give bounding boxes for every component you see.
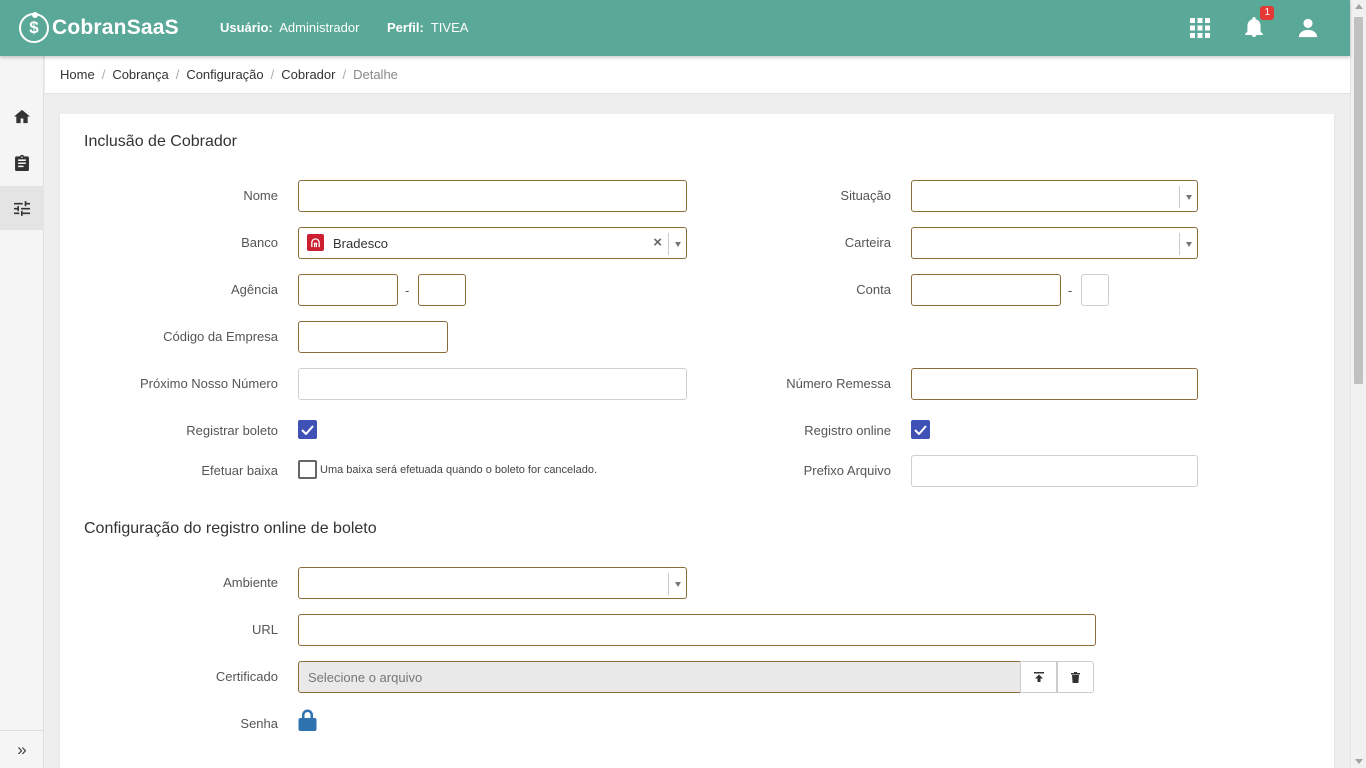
scroll-thumb[interactable] (1354, 17, 1363, 384)
numero-remessa-input[interactable] (911, 368, 1198, 400)
bradesco-logo-icon (307, 234, 324, 251)
form-title: Inclusão de Cobrador (84, 133, 237, 150)
breadcrumb-home[interactable]: Home (60, 67, 95, 82)
breadcrumb: Home / Cobrança / Configuração / Cobrador / … (45, 56, 1350, 94)
conta-label: Conta (856, 282, 891, 297)
sidebar-expand-button[interactable]: » (0, 730, 44, 768)
carteira-label: Carteira (844, 235, 891, 250)
prefixo-arquivo-label: Prefixo Arquivo (803, 463, 891, 478)
agencia-input[interactable] (298, 274, 398, 306)
apps-button[interactable] (1186, 14, 1214, 42)
breadcrumb-cobrador[interactable]: Cobrador (281, 67, 335, 82)
user-value: Administrador (279, 20, 360, 35)
banco-value: Bradesco (333, 236, 388, 251)
user-label: Usuário: (220, 20, 273, 35)
nome-input[interactable] (298, 180, 687, 212)
coin-icon: $ (19, 12, 49, 43)
notifications-button[interactable]: 1 (1240, 6, 1274, 42)
sidebar-item-home[interactable] (0, 94, 44, 138)
situacao-label: Situação (840, 188, 891, 203)
proximo-nosso-numero-input[interactable] (298, 368, 687, 400)
user-menu-button[interactable] (1294, 14, 1322, 42)
prefixo-arquivo-input[interactable] (911, 455, 1198, 487)
numero-remessa-label: Número Remessa (786, 376, 891, 391)
ambiente-select[interactable] (298, 567, 687, 599)
check-icon (301, 424, 314, 435)
certificado-file-input[interactable]: Selecione o arquivo (298, 661, 1021, 693)
grid-icon (1190, 18, 1210, 38)
proximo-nosso-numero-label: Próximo Nosso Número (140, 376, 278, 391)
delete-file-button[interactable] (1057, 661, 1094, 693)
home-icon (14, 109, 30, 123)
banco-select[interactable]: Bradesco × (298, 227, 687, 259)
trash-icon (1071, 671, 1080, 683)
person-icon (1298, 18, 1318, 38)
senha-lock-button[interactable] (298, 709, 317, 731)
notification-badge: 1 (1260, 6, 1274, 20)
page-scrollbar[interactable] (1350, 0, 1366, 768)
url-label: URL (251, 622, 278, 637)
upload-icon (1033, 672, 1044, 682)
situacao-select[interactable] (911, 180, 1198, 212)
profile-label: Perfil: (387, 20, 424, 35)
chevron-down-icon (668, 573, 686, 595)
sidebar-item-configuracao[interactable] (0, 186, 44, 230)
agencia-dash: - (405, 283, 410, 298)
upload-button[interactable] (1020, 661, 1057, 693)
nome-label: Nome (243, 188, 278, 203)
url-input[interactable] (298, 614, 1096, 646)
conta-input[interactable] (911, 274, 1061, 306)
conta-digito-input[interactable] (1081, 274, 1109, 306)
top-header: $ CobranSaaS Usuário: Administrador Perf… (0, 0, 1350, 56)
efetuar-baixa-checkbox[interactable] (298, 460, 317, 479)
clipboard-icon (15, 154, 29, 171)
agencia-label: Agência (231, 282, 278, 297)
profile-value: TIVEA (430, 20, 469, 35)
breadcrumb-configuracao[interactable]: Configuração (186, 67, 263, 82)
brand-name: CobranSaaS (52, 16, 179, 39)
user-info: Usuário: Administrador (220, 20, 359, 35)
codigo-empresa-label: Código da Empresa (163, 329, 278, 344)
check-icon (914, 424, 927, 435)
registro-online-label: Registro online (804, 423, 891, 438)
agencia-digito-input[interactable] (418, 274, 466, 306)
efetuar-baixa-label: Efetuar baixa (201, 463, 278, 478)
banco-label: Banco (241, 235, 278, 250)
lock-icon (298, 709, 317, 731)
certificado-placeholder: Selecione o arquivo (308, 670, 423, 685)
senha-label: Senha (240, 716, 278, 731)
registro-online-checkbox[interactable] (911, 420, 930, 439)
double-chevron-right-icon: » (17, 739, 27, 759)
sliders-icon (14, 200, 30, 216)
efetuar-baixa-note: Uma baixa será efetuada quando o boleto … (320, 464, 598, 476)
codigo-empresa-input[interactable] (298, 321, 448, 353)
scroll-down-icon[interactable] (1355, 759, 1363, 764)
conta-dash: - (1068, 283, 1073, 298)
app-logo[interactable]: $ CobranSaaS (19, 10, 179, 46)
breadcrumb-detalhe: Detalhe (353, 67, 398, 82)
carteira-select[interactable] (911, 227, 1198, 259)
registrar-boleto-label: Registrar boleto (186, 423, 278, 438)
clear-icon[interactable]: × (653, 234, 662, 251)
scroll-up-icon[interactable] (1355, 4, 1363, 9)
registrar-boleto-checkbox[interactable] (298, 420, 317, 439)
certificado-label: Certificado (215, 669, 278, 684)
sidebar: » (0, 56, 44, 768)
sidebar-item-cobranca[interactable] (0, 140, 44, 184)
online-section-title: Configuração do registro online de bolet… (84, 520, 377, 537)
chevron-down-icon (1179, 186, 1197, 208)
ambiente-label: Ambiente (223, 575, 278, 590)
form-card: Inclusão de Cobrador Nome Situação Banco… (60, 114, 1334, 768)
profile-info: Perfil: TIVEA (387, 20, 468, 35)
chevron-down-icon (1179, 233, 1197, 255)
breadcrumb-cobranca[interactable]: Cobrança (112, 67, 168, 82)
chevron-down-icon (668, 233, 686, 255)
